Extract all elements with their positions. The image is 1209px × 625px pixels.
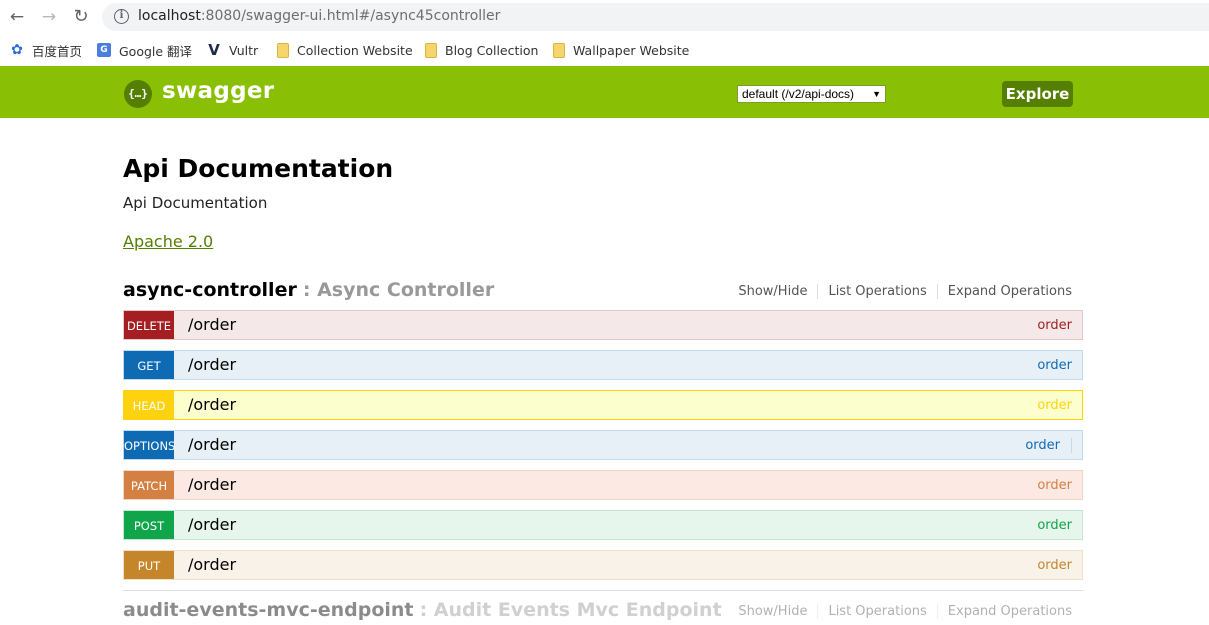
dropdown-arrow-icon: ▼ (872, 89, 881, 99)
method-badge-get[interactable]: GET (124, 351, 174, 379)
api-spec-select[interactable]: default (/v2/api-docs) ▼ (737, 85, 886, 103)
resource-title[interactable]: audit-events-mvc-endpoint : Audit Events… (123, 599, 722, 621)
forward-arrow-icon[interactable]: → (39, 7, 59, 27)
operation-path[interactable]: /order (188, 435, 236, 454)
swagger-logo-text[interactable]: swagger (162, 78, 274, 104)
resource-name: audit-events-mvc-endpoint (123, 599, 414, 621)
resource-actions: Show/Hide List Operations Expand Operati… (728, 284, 1083, 299)
resource-name: async-controller (123, 279, 297, 301)
operation-tag[interactable]: order (1037, 398, 1072, 413)
operation-get-order[interactable]: GET /order order (123, 350, 1083, 380)
browser-chrome: ← → ↻ i localhost:8080/swagger-ui.html#/… (0, 0, 1209, 66)
swagger-header: {…} swagger default (/v2/api-docs) ▼ Exp… (0, 66, 1209, 118)
operation-put-order[interactable]: PUT /order order (123, 550, 1083, 580)
reload-icon[interactable]: ↻ (71, 7, 91, 27)
tag-separator (1071, 438, 1072, 453)
folder-icon (553, 42, 565, 58)
expand-operations-link[interactable]: Expand Operations (938, 284, 1083, 299)
operation-path[interactable]: /order (188, 475, 236, 494)
address-bar[interactable]: i localhost:8080/swagger-ui.html#/async4… (102, 3, 1209, 31)
expand-operations-link[interactable]: Expand Operations (938, 604, 1083, 619)
folder-icon (425, 42, 437, 58)
resource-actions: Show/Hide List Operations Expand Operati… (728, 604, 1083, 619)
list-operations-link[interactable]: List Operations (818, 284, 938, 299)
method-badge-delete[interactable]: DELETE (124, 311, 174, 339)
bookmarks-bar: ✿ 百度首页 G Google 翻译 V Vultr Collection We… (0, 36, 1209, 64)
api-spec-selected: default (/v2/api-docs) (742, 87, 855, 101)
explore-button[interactable]: Explore (1002, 81, 1073, 107)
url-path: :8080/swagger-ui.html#/async45controller (200, 8, 501, 24)
method-badge-post[interactable]: POST (124, 511, 174, 539)
browser-toolbar: ← → ↻ i localhost:8080/swagger-ui.html#/… (0, 0, 1209, 34)
method-badge-options[interactable]: OPTIONS (124, 431, 174, 459)
operation-path[interactable]: /order (188, 515, 236, 534)
operation-tag[interactable]: order (1037, 518, 1072, 533)
method-badge-put[interactable]: PUT (124, 551, 174, 579)
list-operations-link[interactable]: List Operations (818, 604, 938, 619)
swagger-logo-icon[interactable]: {…} (124, 80, 152, 108)
operation-tag[interactable]: order (1037, 558, 1072, 573)
bookmark-label: 百度首页 (32, 43, 83, 59)
bookmark-label: Collection Website (297, 42, 413, 58)
operation-delete-order[interactable]: DELETE /order order (123, 310, 1083, 340)
operation-tag[interactable]: order (1037, 478, 1072, 493)
folder-icon (277, 42, 289, 58)
site-info-icon[interactable]: i (114, 9, 129, 24)
bookmark-label: Blog Collection (445, 42, 539, 58)
url-host: localhost (138, 8, 201, 24)
method-badge-patch[interactable]: PATCH (124, 471, 174, 499)
bookmark-label: Vultr (229, 42, 259, 58)
license-link[interactable]: Apache 2.0 (123, 232, 213, 251)
operation-head-order[interactable]: HEAD /order order (123, 390, 1083, 420)
resource-header-async-controller: async-controller : Async Controller Show… (123, 279, 1083, 305)
resource-title[interactable]: async-controller : Async Controller (123, 279, 494, 301)
resource-description: : Async Controller (302, 279, 495, 301)
bookmark-baidu[interactable]: ✿ 百度首页 (10, 41, 82, 59)
vultr-icon: V (208, 41, 220, 59)
bookmark-label: Google 翻译 (119, 43, 193, 59)
bookmark-google-translate[interactable]: G Google 翻译 (97, 41, 192, 59)
resource-header-audit-events-mvc-endpoint: audit-events-mvc-endpoint : Audit Events… (123, 599, 1083, 625)
resource-description: : Audit Events Mvc Endpoint (419, 599, 722, 621)
google-translate-icon: G (97, 43, 111, 57)
bookmark-blog-collection[interactable]: Blog Collection (425, 41, 538, 59)
method-badge-head[interactable]: HEAD (124, 391, 174, 419)
operation-path[interactable]: /order (188, 395, 236, 414)
baidu-paw-icon: ✿ (11, 42, 23, 58)
bookmark-wallpaper-website[interactable]: Wallpaper Website (553, 41, 689, 59)
api-description: Api Documentation (123, 194, 268, 212)
operation-post-order[interactable]: POST /order order (123, 510, 1083, 540)
operation-tag[interactable]: order (1025, 438, 1060, 453)
bookmark-label: Wallpaper Website (573, 42, 690, 58)
operation-tag[interactable]: order (1037, 358, 1072, 373)
operation-options-order[interactable]: OPTIONS /order order (123, 430, 1083, 460)
operation-tag[interactable]: order (1037, 318, 1072, 333)
show-hide-link[interactable]: Show/Hide (728, 284, 819, 299)
operation-patch-order[interactable]: PATCH /order order (123, 470, 1083, 500)
url-text[interactable]: localhost:8080/swagger-ui.html#/async45c… (138, 8, 500, 24)
resource-divider (123, 590, 1083, 591)
operation-path[interactable]: /order (188, 555, 236, 574)
bookmark-collection-website[interactable]: Collection Website (277, 41, 413, 59)
bookmark-vultr[interactable]: V Vultr (207, 41, 258, 59)
operation-path[interactable]: /order (188, 355, 236, 374)
show-hide-link[interactable]: Show/Hide (728, 604, 819, 619)
api-title: Api Documentation (123, 154, 394, 183)
operation-path[interactable]: /order (188, 315, 236, 334)
back-arrow-icon[interactable]: ← (7, 7, 27, 27)
